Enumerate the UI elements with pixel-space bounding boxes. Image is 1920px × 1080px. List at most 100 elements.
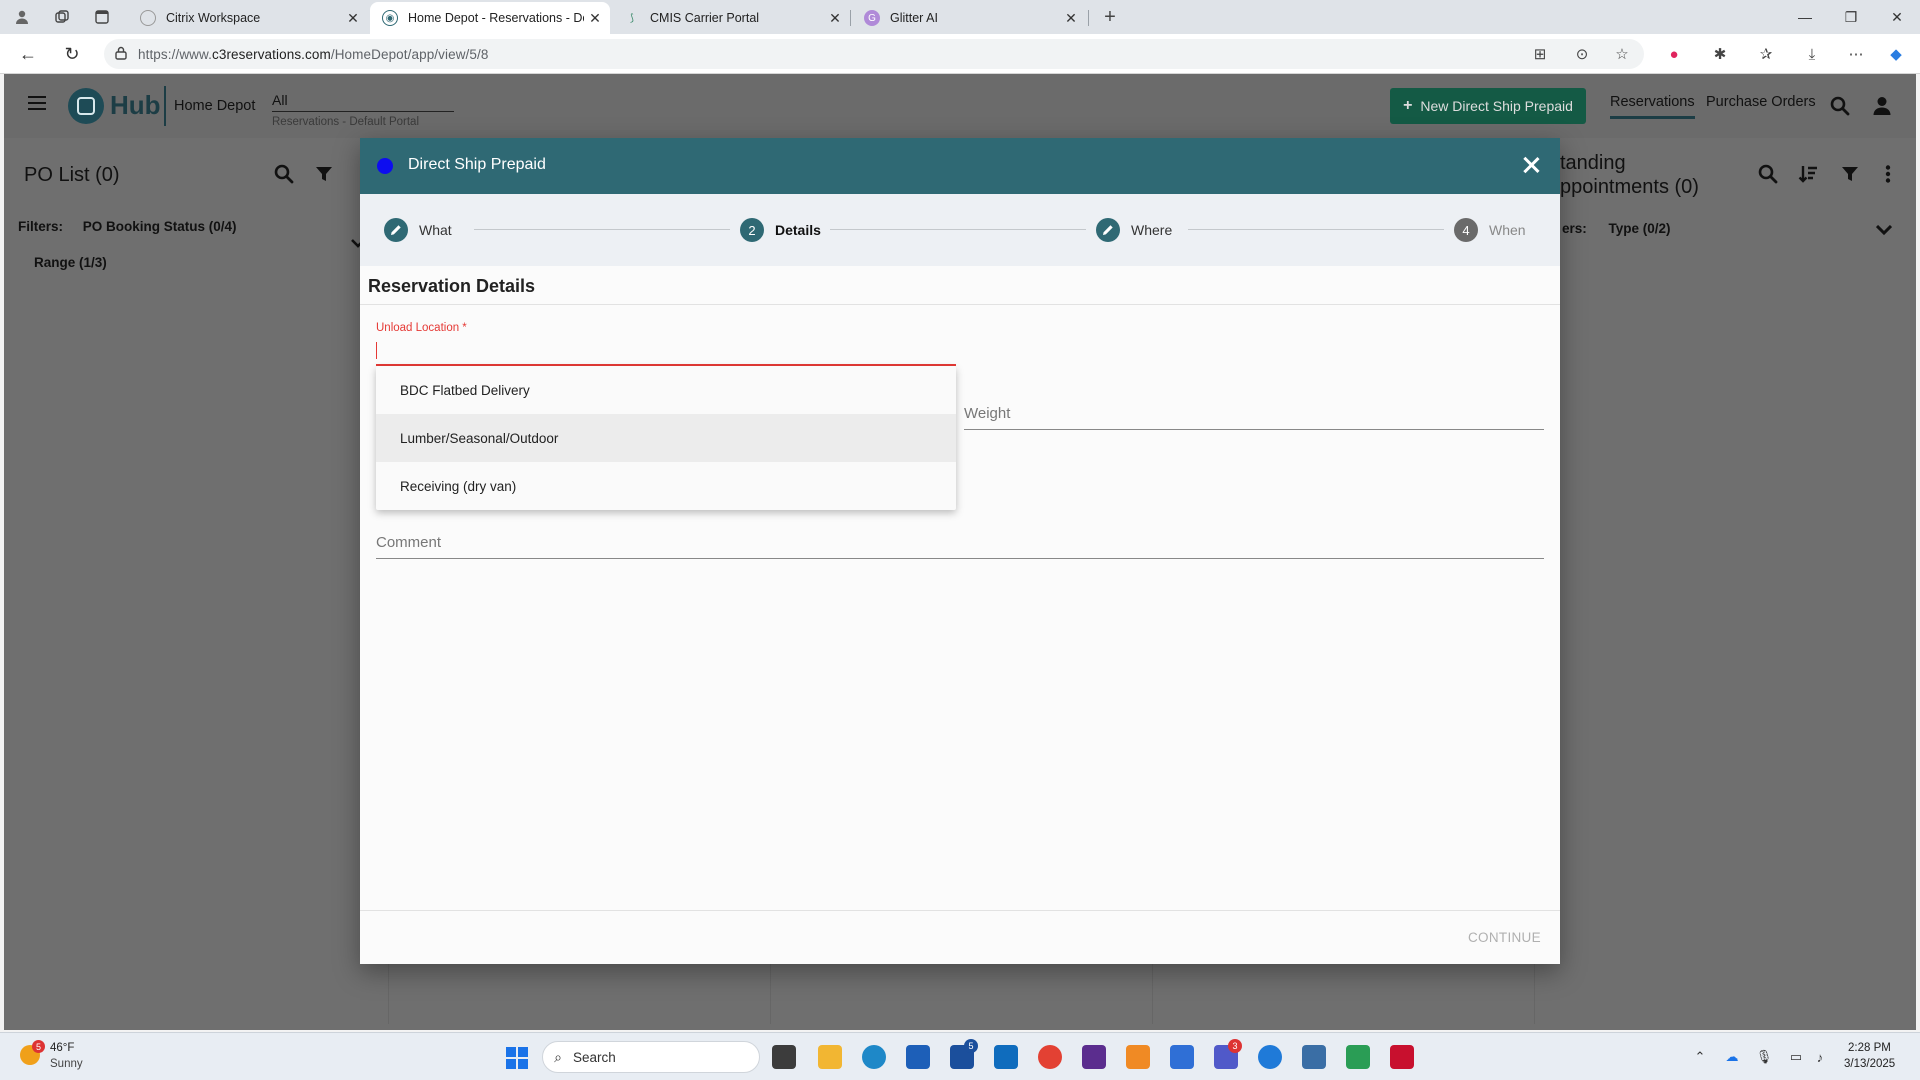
tab-citrix-workspace[interactable]: Citrix Workspace ✕: [128, 2, 368, 34]
dialog-title: Direct Ship Prepaid: [408, 156, 546, 173]
app-purple-icon[interactable]: [1082, 1045, 1106, 1069]
new-tab-icon[interactable]: +: [1096, 5, 1124, 29]
option-bdc-flatbed-delivery[interactable]: BDC Flatbed Delivery: [376, 366, 956, 414]
sort-icon[interactable]: [1796, 162, 1820, 186]
nav-reservations[interactable]: Reservations: [1610, 94, 1695, 119]
microphone-icon[interactable]: 🎙: [1754, 1047, 1774, 1067]
browser-tab-bar: Citrix Workspace ✕ ◉ Home Depot - Reserv…: [0, 0, 1920, 34]
clock-date[interactable]: 3/13/2025: [1844, 1058, 1895, 1070]
more-menu-icon[interactable]: ⋯: [1844, 43, 1868, 65]
filter-range-label: Range (1/3): [34, 255, 107, 270]
tab-cmis-carrier-portal[interactable]: ⟆ CMIS Carrier Portal ✕: [612, 2, 850, 34]
tab-glitter-ai[interactable]: G Glitter AI ✕: [852, 2, 1086, 34]
edge-icon[interactable]: [862, 1045, 886, 1069]
standing-appointments-title-line2: ppointments (0): [1560, 176, 1699, 198]
file-explorer-icon[interactable]: [818, 1045, 842, 1069]
task-view-icon[interactable]: [772, 1045, 796, 1069]
unload-location-input[interactable]: [376, 338, 956, 366]
app-available-icon[interactable]: ⊞: [1528, 43, 1552, 65]
outlook-icon[interactable]: [994, 1045, 1018, 1069]
browser-toolbar: ← ↻ https://www.c3reservations.com/HomeD…: [0, 34, 1920, 74]
step-details[interactable]: 2 Details: [740, 218, 821, 242]
vertical-tabs-icon[interactable]: [88, 5, 116, 29]
todo-badge: 5: [964, 1039, 978, 1053]
filters-label-partial: ers:: [1562, 221, 1587, 236]
filter-po-booking-status[interactable]: PO Booking Status (0/4): [83, 219, 237, 234]
po-filter-icon[interactable]: [312, 162, 336, 186]
step-where[interactable]: Where: [1096, 218, 1172, 242]
favorites-icon[interactable]: ✰: [1754, 43, 1778, 65]
filter-type[interactable]: Type (0/2): [1609, 221, 1671, 236]
address-bar[interactable]: https://www.c3reservations.com/HomeDepot…: [104, 39, 1644, 69]
taskbar-search[interactable]: ⌕ Search: [542, 1041, 760, 1073]
appointments-chevron-down-icon[interactable]: [1872, 218, 1896, 242]
hamburger-menu-icon[interactable]: [28, 96, 46, 110]
step-label: When: [1489, 222, 1526, 238]
acrobat-icon[interactable]: [1390, 1045, 1414, 1069]
profile-icon[interactable]: [8, 5, 36, 29]
glitter-favicon-icon: G: [864, 10, 880, 26]
tab-separator: [1088, 10, 1089, 26]
downloads-icon[interactable]: ⤓: [1800, 43, 1824, 65]
org-name: Home Depot: [174, 98, 256, 114]
copilot-icon[interactable]: ◆: [1884, 43, 1908, 65]
section-title: Reservation Details: [368, 276, 536, 296]
volume-icon[interactable]: ♪: [1810, 1047, 1830, 1067]
store-icon[interactable]: [906, 1045, 930, 1069]
step-label: Where: [1131, 222, 1173, 238]
hub-favicon-icon: ◉: [382, 10, 398, 26]
restore-icon[interactable]: ❐: [1828, 0, 1874, 34]
step-what[interactable]: What: [384, 218, 452, 242]
tray-chevron-up-icon[interactable]: ⌃: [1690, 1047, 1710, 1067]
chrome-icon[interactable]: [1038, 1045, 1062, 1069]
network-icon[interactable]: ▭: [1786, 1047, 1806, 1067]
appointments-search-icon[interactable]: [1756, 162, 1780, 186]
weight-field[interactable]: Weight: [964, 405, 1010, 422]
favorite-star-icon[interactable]: ☆: [1610, 43, 1634, 65]
step-number: 2: [740, 218, 764, 242]
onedrive-icon[interactable]: ☁: [1722, 1047, 1742, 1067]
user-account-icon[interactable]: [1870, 94, 1894, 118]
close-tab-icon[interactable]: ✕: [342, 10, 364, 27]
extensions-icon[interactable]: ✱: [1708, 43, 1732, 65]
filter-range[interactable]: Range (1/3): [34, 255, 107, 270]
app-tools-icon[interactable]: [1346, 1045, 1370, 1069]
close-tab-icon[interactable]: ✕: [1060, 10, 1082, 27]
close-tab-icon[interactable]: ✕: [824, 10, 846, 27]
minimize-icon[interactable]: —: [1782, 0, 1828, 34]
windows-start-icon[interactable]: [506, 1047, 528, 1069]
po-filters-row: Filters: PO Booking Status (0/4): [18, 219, 237, 234]
wizard-stepper: What 2 Details Where 4 When: [360, 194, 1560, 266]
new-direct-ship-prepaid-button[interactable]: + New Direct Ship Prepaid: [1390, 88, 1586, 124]
cmis-favicon-icon: ⟆: [630, 12, 634, 24]
pencil-icon: [1096, 218, 1120, 242]
remote-icon[interactable]: [1170, 1045, 1194, 1069]
clock-time[interactable]: 2:28 PM: [1848, 1042, 1891, 1054]
back-icon[interactable]: ←: [14, 41, 42, 67]
app-blue-circle-icon[interactable]: [1258, 1045, 1282, 1069]
reading-mode-icon[interactable]: ⊙: [1570, 43, 1594, 65]
option-lumber-seasonal-outdoor[interactable]: Lumber/Seasonal/Outdoor: [376, 414, 956, 462]
nav-purchase-orders[interactable]: Purchase Orders: [1706, 94, 1816, 110]
refresh-icon[interactable]: ↻: [58, 41, 86, 67]
workspaces-icon[interactable]: [48, 5, 76, 29]
step-when[interactable]: 4 When: [1454, 218, 1526, 242]
url-host: c3reservations.com: [211, 46, 331, 62]
po-search-icon[interactable]: [272, 162, 296, 186]
more-vert-icon[interactable]: [1876, 162, 1900, 186]
tab-home-depot-reservations[interactable]: ◉ Home Depot - Reservations - Def ✕: [370, 2, 610, 34]
comment-field[interactable]: Comment: [376, 534, 441, 551]
tab-separator: [850, 10, 851, 26]
search-icon[interactable]: [1828, 94, 1852, 118]
close-window-icon[interactable]: ✕: [1874, 0, 1920, 34]
appointments-filter-icon[interactable]: [1838, 162, 1862, 186]
app-network-icon[interactable]: [1302, 1045, 1326, 1069]
citrix-icon[interactable]: [1126, 1045, 1150, 1069]
portal-select[interactable]: All: [272, 92, 454, 112]
extension-red-icon[interactable]: ●: [1662, 43, 1686, 65]
close-dialog-icon[interactable]: [1518, 152, 1544, 178]
tab-title: Citrix Workspace: [166, 11, 261, 25]
close-tab-icon[interactable]: ✕: [584, 10, 606, 27]
option-receiving-dry-van[interactable]: Receiving (dry van): [376, 462, 956, 510]
continue-button[interactable]: CONTINUE: [1468, 930, 1541, 945]
